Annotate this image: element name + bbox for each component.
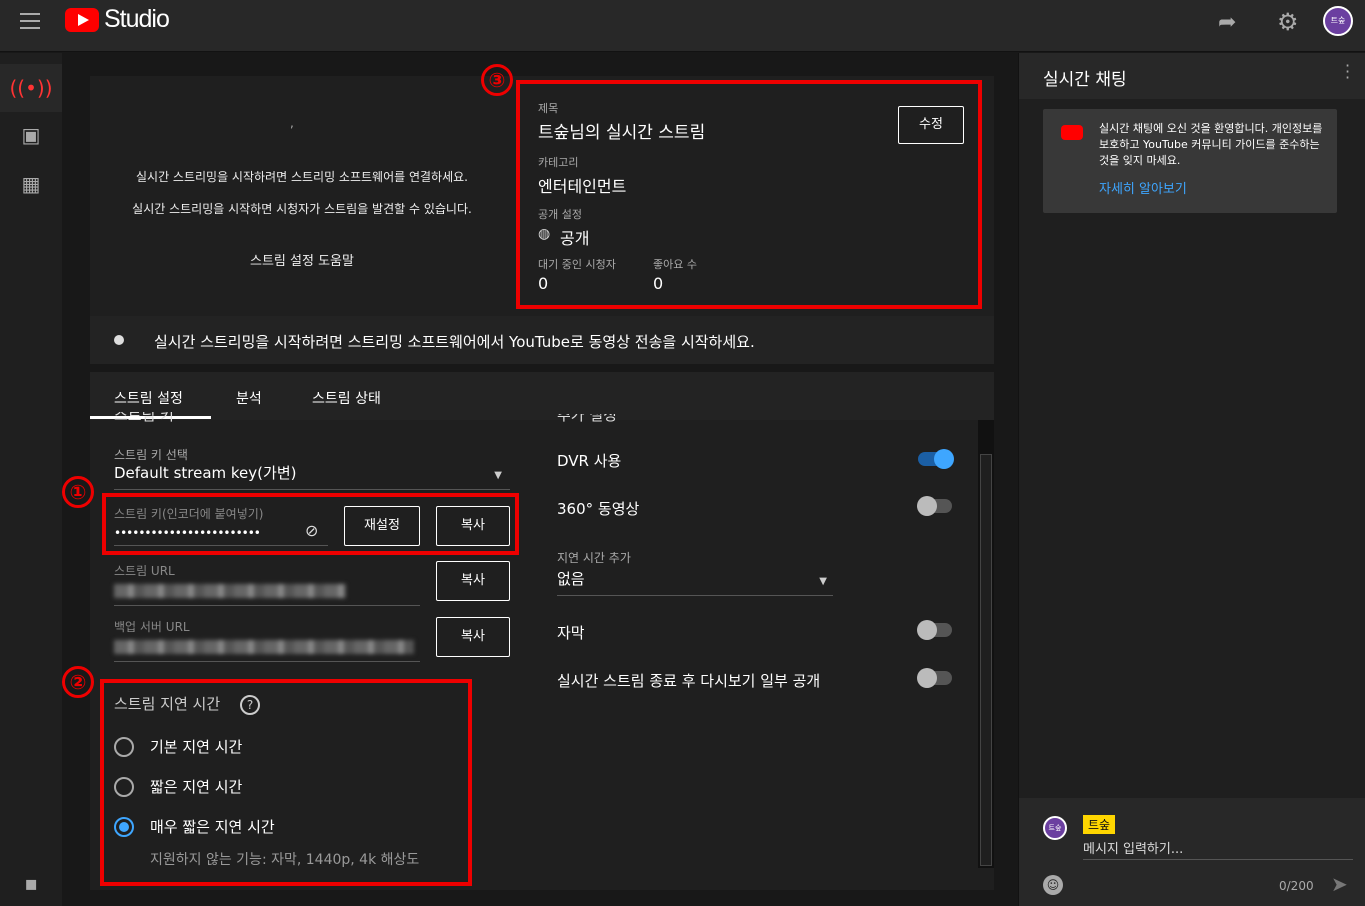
share-icon[interactable]: ➦: [1218, 10, 1236, 35]
vr360-toggle[interactable]: [917, 496, 952, 516]
chat-input-area: 트숲 트숲 메시지 입력하기... ☺ 0/200 ➤: [1019, 798, 1365, 906]
delay-label: 지연 시간 추가: [557, 551, 631, 565]
tab-analytics[interactable]: 분석: [236, 388, 262, 408]
annotation-box-2: [100, 679, 472, 886]
annotation-box-1: [102, 493, 519, 555]
preview-line-2: 실시간 스트리밍을 시작하면 시청자가 스트림을 발견할 수 있습니다.: [132, 202, 472, 216]
spinner-icon: ,: [290, 116, 294, 130]
settings-scrollbar[interactable]: [978, 420, 994, 868]
backup-url-redacted: [114, 640, 414, 654]
captions-toggle[interactable]: [917, 620, 952, 640]
chat-learn-more-link[interactable]: 자세히 알아보기: [1099, 178, 1187, 197]
annotation-number-2: ②: [62, 666, 94, 698]
gear-icon[interactable]: ⚙: [1277, 8, 1299, 36]
stream-key-section-heading: 스트림 키: [114, 412, 174, 422]
copy-url-button[interactable]: 복사: [436, 561, 510, 601]
youtube-logo-icon[interactable]: [65, 8, 99, 32]
replay-label: 실시간 스트림 종료 후 다시보기 일부 공개: [557, 672, 821, 690]
youtube-logo-icon: [1061, 125, 1083, 140]
tab-stream-settings[interactable]: 스트림 설정: [114, 388, 183, 408]
camera-icon[interactable]: ▣: [0, 111, 62, 159]
stream-key-select-label: 스트림 키 선택: [114, 448, 188, 462]
status-dot: [114, 335, 124, 345]
more-vert-icon[interactable]: · · ·: [1345, 58, 1350, 86]
chat-input-placeholder: 메시지 입력하기...: [1083, 842, 1184, 857]
live-nav-icon[interactable]: ((•)): [0, 64, 62, 112]
dvr-label: DVR 사용: [557, 452, 622, 470]
stream-key-select[interactable]: Default stream key(가변) ▼: [114, 462, 510, 490]
studio-brand[interactable]: Studio: [104, 5, 170, 34]
status-banner-text: 실시간 스트리밍을 시작하려면 스트리밍 소프트웨어에서 YouTube로 동영…: [154, 333, 755, 351]
additional-settings-heading: 추가 설정: [557, 414, 617, 422]
annotation-number-1: ①: [62, 476, 94, 508]
preview-line-1: 실시간 스트리밍을 시작하려면 스트리밍 소프트웨어를 연결하세요.: [135, 170, 468, 184]
stream-key-select-value: Default stream key(가변): [114, 464, 297, 482]
captions-label: 자막: [557, 624, 585, 642]
char-counter: 0/200: [1279, 879, 1314, 893]
send-icon[interactable]: ➤: [1331, 872, 1348, 896]
vr360-label: 360° 동영상: [557, 500, 640, 518]
chat-message-input[interactable]: 메시지 입력하기...: [1083, 838, 1353, 860]
account-avatar[interactable]: 트숲: [1323, 6, 1353, 36]
chat-welcome-text: 실시간 채팅에 오신 것을 환영합니다. 개인정보를 보호하고 YouTube …: [1099, 122, 1323, 167]
chevron-down-icon: ▼: [494, 470, 502, 481]
stream-url-redacted: [114, 584, 346, 598]
backup-url-field[interactable]: [114, 636, 420, 662]
settings-tabs: [90, 372, 994, 420]
feedback-icon[interactable]: ▪: [0, 859, 62, 906]
stream-preview: , 실시간 스트리밍을 시작하려면 스트리밍 소프트웨어를 연결하세요. 실시간…: [90, 76, 514, 316]
backup-url-label: 백업 서버 URL: [114, 620, 190, 634]
chat-header: 실시간 채팅 · · ·: [1019, 53, 1365, 99]
annotation-number-3: ③: [481, 64, 513, 96]
top-bar: [0, 0, 1365, 52]
stream-url-label: 스트림 URL: [114, 564, 175, 578]
chat-user-avatar: 트숲: [1043, 816, 1067, 840]
chat-user-name: 트숲: [1083, 815, 1116, 834]
scrollbar-thumb[interactable]: [980, 454, 992, 866]
stream-url-field[interactable]: [114, 580, 420, 606]
emoji-icon[interactable]: ☺: [1043, 875, 1063, 895]
delay-select[interactable]: 없음 ▼: [557, 568, 833, 596]
menu-icon[interactable]: [20, 13, 40, 29]
chevron-down-icon: ▼: [819, 576, 827, 587]
tab-stream-health[interactable]: 스트림 상태: [312, 388, 381, 408]
annotation-box-3: [516, 80, 982, 309]
replay-toggle[interactable]: [917, 668, 952, 688]
live-chat-panel: 실시간 채팅 · · · 실시간 채팅에 오신 것을 환영합니다. 개인정보를 보호…: [1018, 53, 1365, 906]
dvr-toggle[interactable]: [918, 449, 954, 469]
chat-welcome-card: 실시간 채팅에 오신 것을 환영합니다. 개인정보를 보호하고 YouTube …: [1043, 109, 1337, 213]
delay-value: 없음: [557, 570, 585, 588]
chat-title: 실시간 채팅: [1043, 70, 1127, 90]
calendar-icon[interactable]: ▦: [0, 160, 62, 208]
copy-backup-url-button[interactable]: 복사: [436, 617, 510, 657]
stream-help-link[interactable]: 스트림 설정 도움말: [90, 250, 514, 269]
